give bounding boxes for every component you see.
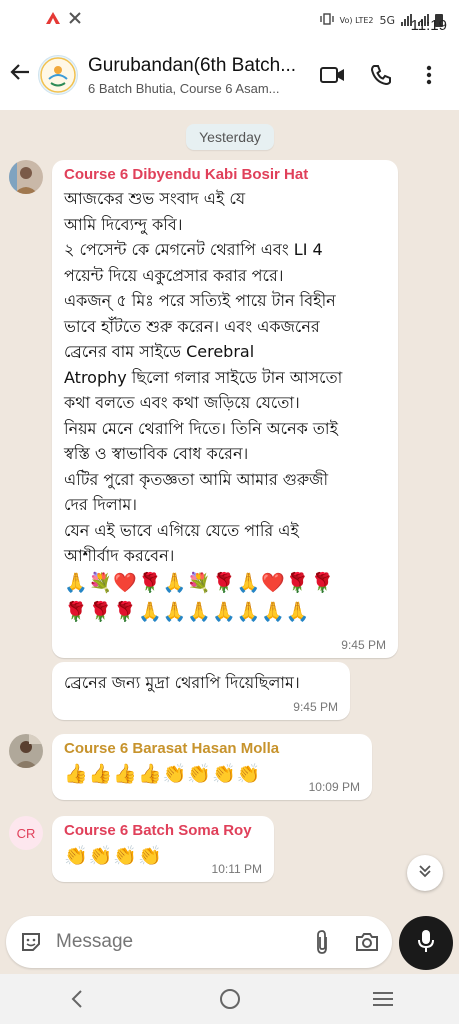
- message-line: Atrophy ছিলো গলার সাইডে টান আসতো: [64, 367, 343, 387]
- status-time: 11:19: [410, 17, 447, 34]
- more-options-icon[interactable]: [405, 51, 453, 99]
- sticker-icon[interactable]: [6, 930, 56, 954]
- sender-avatar[interactable]: [9, 160, 43, 194]
- message-sender[interactable]: Course 6 Barasat Hasan Molla: [64, 740, 360, 757]
- message-sender[interactable]: Course 6 Batch Soma Roy: [64, 822, 262, 839]
- message-bubble[interactable]: Course 6 Dibyendu Kabi Bosir Hat আজকের শ…: [52, 160, 398, 658]
- double-chevron-down-icon: [417, 863, 433, 883]
- message-time: 10:09 PM: [308, 780, 360, 794]
- message-bubble[interactable]: ব্রেনের জন্য মুদ্রা থেরাপি দিয়েছিলাম। 9…: [52, 662, 350, 720]
- message-line: দের দিলাম।: [64, 495, 137, 514]
- message-line: যেন এই ভাবে এগিয়ে যেতে পারি এই: [64, 520, 299, 540]
- header-info[interactable]: Gurubandan(6th Batch... 6 Batch Bhutia, …: [88, 55, 308, 96]
- message-line: আজকের শুভ সংবাদ এই যে: [64, 189, 246, 208]
- phone-call-icon[interactable]: [357, 51, 405, 99]
- vibrate-icon: [319, 12, 334, 28]
- network-type: 5G: [379, 13, 395, 27]
- group-avatar[interactable]: [38, 55, 78, 95]
- message-line: আশীর্বাদ করবেন।: [64, 546, 175, 565]
- mic-button[interactable]: [399, 916, 453, 970]
- message-box[interactable]: [6, 916, 392, 968]
- system-nav-bar: [0, 974, 459, 1024]
- message-line: ব্রেনের বাম সাইডে Cerebral: [64, 342, 255, 361]
- nav-home-icon[interactable]: [205, 979, 255, 1019]
- microphone-icon: [417, 929, 435, 957]
- chat-header: Gurubandan(6th Batch... 6 Batch Bhutia, …: [0, 40, 459, 110]
- message-line: ভাবে হাঁটতে শুরু করেন। এবং একজনের: [64, 316, 320, 336]
- back-arrow-icon[interactable]: [2, 60, 38, 90]
- network-label: Vo) LTE2: [339, 15, 374, 25]
- message-input[interactable]: [56, 931, 266, 953]
- status-bar: 11:19 Vo) LTE2 5G: [0, 0, 459, 40]
- message-text: ব্রেনের জন্য মুদ্রা থেরাপি দিয়েছিলাম।: [64, 673, 300, 692]
- message-time: 9:45 PM: [341, 638, 386, 652]
- video-call-icon[interactable]: [309, 51, 357, 99]
- message-line: একজন্ ৫ মিঃ পরে সত্যিই পায়ে টান বিহীন: [64, 291, 336, 310]
- message-line: ২ পেসেন্ট কে মেগনেট থেরাপি এবং LI 4: [64, 240, 323, 259]
- scroll-to-bottom-button[interactable]: [407, 855, 443, 891]
- message-sender[interactable]: Course 6 Dibyendu Kabi Bosir Hat: [64, 166, 386, 183]
- tools-icon: [68, 11, 82, 29]
- avatar-initials: CR: [16, 825, 36, 841]
- nav-recents-icon[interactable]: [358, 979, 408, 1019]
- input-bar: [0, 912, 459, 974]
- message-time: 9:45 PM: [293, 700, 338, 714]
- group-title: Gurubandan(6th Batch...: [88, 54, 297, 76]
- message-line: নিয়ম মেনে থেরাপি দিতে। তিনি অনেক তাই: [64, 418, 338, 438]
- camera-icon[interactable]: [342, 932, 392, 952]
- emoji-line: 🙏💐❤️🌹🙏💐🌹🙏❤️🌹🌹: [64, 571, 336, 594]
- sender-avatar-initials[interactable]: CR: [9, 816, 43, 850]
- sender-avatar[interactable]: [9, 734, 43, 768]
- message-line: আমি দিব্যেন্দু কবি।: [64, 214, 183, 234]
- emoji-line: 🌹🌹🌹🙏🙏🙏🙏🙏🙏🙏: [64, 600, 311, 623]
- message-line: কথা বলতে এবং কথা জড়িয়ে যেতো।: [64, 393, 300, 412]
- message-time: 10:11 PM: [211, 862, 262, 876]
- attach-icon[interactable]: [302, 929, 342, 955]
- nav-back-icon[interactable]: [52, 979, 102, 1019]
- message-bubble[interactable]: Course 6 Barasat Hasan Molla 👍👍👍👍👏👏👏👏 10…: [52, 734, 372, 800]
- message-line: স্বস্তি ও স্বাভাবিক বোধ করেন।: [64, 444, 249, 463]
- message-line: পয়েন্ট দিয়ে একুপ্রেসার করার পরে।: [64, 265, 284, 285]
- alert-icon: [46, 12, 60, 28]
- date-divider: Yesterday: [186, 124, 274, 150]
- message-line: এটির পুরো কৃতজ্ঞতা আমি আমার গুরুজী: [64, 469, 329, 489]
- message-bubble[interactable]: Course 6 Batch Soma Roy 👏👏👏👏 10:11 PM: [52, 816, 274, 882]
- group-members: 6 Batch Bhutia, Course 6 Asam...: [88, 80, 280, 96]
- chat-area[interactable]: Yesterday Course 6 Dibyendu Kabi Bosir H…: [0, 110, 459, 912]
